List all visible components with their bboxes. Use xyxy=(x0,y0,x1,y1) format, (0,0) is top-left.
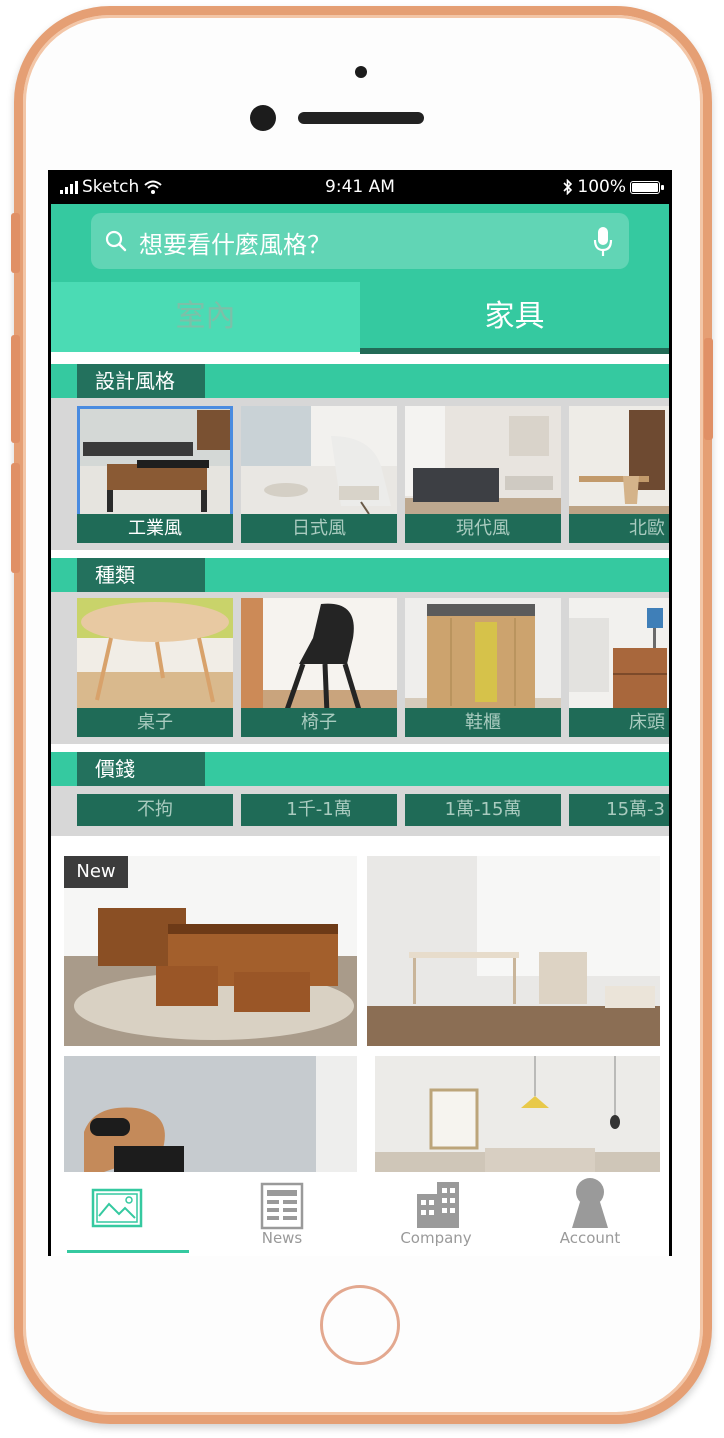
price-option[interactable]: 不拘 xyxy=(77,794,233,826)
study-room-photo xyxy=(367,856,660,1046)
building-icon xyxy=(417,1182,459,1228)
tab-company-label: Company xyxy=(400,1229,472,1247)
price-section-title: 價錢 xyxy=(77,752,205,786)
search-input[interactable]: 想要看什麼風格？ xyxy=(91,213,629,269)
style-card-industrial[interactable]: 工業風 xyxy=(77,406,233,543)
proximity-sensor xyxy=(355,66,367,78)
search-header: 想要看什麼風格？ xyxy=(51,204,669,282)
style-card-japanese[interactable]: 日式風 xyxy=(241,406,397,543)
category-card-label: 床頭 xyxy=(569,708,669,737)
app-content: 想要看什麼風格？ 室內 家具 設計風格 工業風 日式風 現代風 北歐 種類 桌子… xyxy=(51,204,669,1256)
new-badge: New xyxy=(64,856,128,888)
style-section-title: 設計風格 xyxy=(77,364,205,398)
category-section-title: 種類 xyxy=(77,558,205,592)
tab-news[interactable]: News xyxy=(205,1172,359,1256)
category-card-chair[interactable]: 椅子 xyxy=(241,598,397,737)
status-bar: Sketch 9:41 AM 100% xyxy=(48,170,672,204)
battery-group: 100% xyxy=(563,177,664,197)
feed-photo[interactable] xyxy=(375,1056,660,1172)
phone-screen: Sketch 9:41 AM 100% 想要看什麼風格？ 室內 家具 設計風格 … xyxy=(48,170,672,1256)
living-room-photo xyxy=(375,1056,660,1172)
battery-percent: 100% xyxy=(577,177,626,197)
person-icon xyxy=(572,1178,608,1228)
style-card-label: 北歐 xyxy=(569,514,669,543)
microphone-icon[interactable] xyxy=(593,226,613,258)
price-option[interactable]: 15萬-3 xyxy=(569,794,669,826)
price-row: 不拘 1千-1萬 1萬-15萬 15萬-3 xyxy=(51,786,669,836)
category-row: 桌子 椅子 鞋櫃 床頭 xyxy=(51,592,669,744)
tab-active-indicator xyxy=(67,1250,189,1253)
style-card-nordic[interactable]: 北歐 xyxy=(569,406,669,543)
feed-photo[interactable]: New xyxy=(64,856,357,1046)
volume-up-button xyxy=(11,335,20,443)
tab-company[interactable]: Company xyxy=(359,1172,513,1256)
category-card-label: 椅子 xyxy=(241,708,397,737)
price-option[interactable]: 1萬-15萬 xyxy=(405,794,561,826)
lounge-chair-photo xyxy=(64,1056,357,1172)
news-icon xyxy=(260,1182,304,1230)
category-card-label: 桌子 xyxy=(77,708,233,737)
tab-news-label: News xyxy=(261,1229,303,1247)
front-camera xyxy=(250,105,276,131)
bottom-tab-bar: News Company Account xyxy=(51,1172,669,1256)
feed-photo[interactable] xyxy=(64,1056,357,1172)
tab-gallery[interactable] xyxy=(51,1172,205,1256)
style-card-label: 工業風 xyxy=(77,514,233,543)
tab-account[interactable]: Account xyxy=(513,1172,667,1256)
style-card-label: 現代風 xyxy=(405,514,561,543)
bluetooth-icon xyxy=(563,179,573,195)
search-placeholder: 想要看什麼風格？ xyxy=(139,231,331,259)
category-section-bar: 種類 xyxy=(51,558,669,592)
category-card-nightstand[interactable]: 床頭 xyxy=(569,598,669,737)
style-card-modern[interactable]: 現代風 xyxy=(405,406,561,543)
category-card-shoe-cabinet[interactable]: 鞋櫃 xyxy=(405,598,561,737)
earpiece-speaker xyxy=(298,112,424,124)
style-row: 工業風 日式風 現代風 北歐 xyxy=(51,398,669,550)
style-card-label: 日式風 xyxy=(241,514,397,543)
segment-tabs: 室內 家具 xyxy=(51,282,669,356)
home-button[interactable] xyxy=(320,1285,400,1365)
gallery-icon xyxy=(91,1188,143,1228)
power-button xyxy=(704,338,713,440)
price-option[interactable]: 1千-1萬 xyxy=(241,794,397,826)
feed-photo[interactable] xyxy=(367,856,660,1046)
search-icon xyxy=(105,230,127,252)
mute-switch xyxy=(11,213,20,273)
price-section-bar: 價錢 xyxy=(51,752,669,786)
tab-account-label: Account xyxy=(559,1229,621,1247)
style-section-bar: 設計風格 xyxy=(51,364,669,398)
category-card-table[interactable]: 桌子 xyxy=(77,598,233,737)
category-card-label: 鞋櫃 xyxy=(405,708,561,737)
tab-interior[interactable]: 室內 xyxy=(51,282,360,352)
battery-icon xyxy=(630,180,664,194)
tab-furniture[interactable]: 家具 xyxy=(360,282,669,354)
volume-down-button xyxy=(11,463,20,573)
